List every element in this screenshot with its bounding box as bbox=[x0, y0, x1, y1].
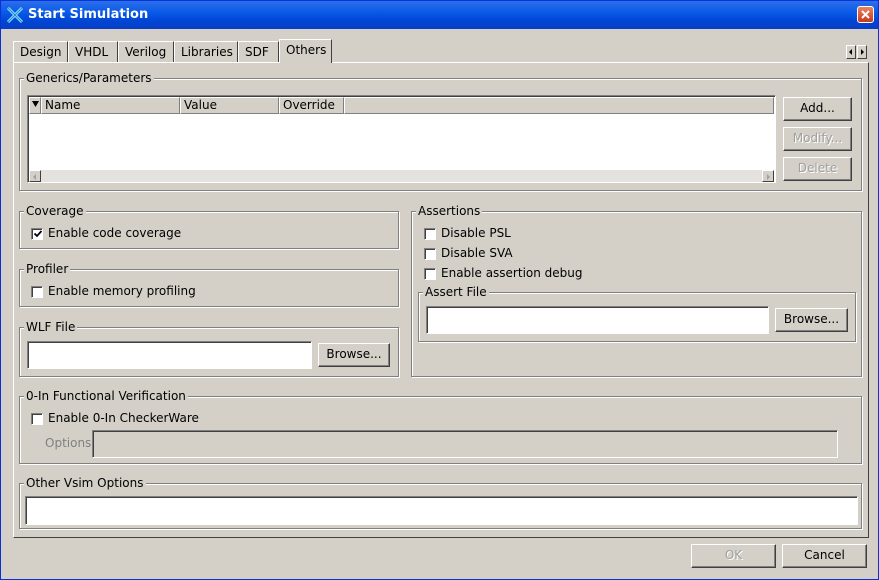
tab-design[interactable]: Design bbox=[13, 41, 68, 62]
scroll-right-button[interactable] bbox=[762, 170, 774, 182]
checkbox-box[interactable] bbox=[424, 268, 436, 280]
tab-libraries-label: Libraries bbox=[181, 45, 233, 59]
close-button[interactable] bbox=[857, 6, 874, 23]
column-menu-button[interactable] bbox=[29, 97, 41, 114]
assert-file-browse-label: Browse... bbox=[783, 312, 840, 326]
add-button-label: Add... bbox=[800, 101, 835, 115]
enable-0in-checkerware-label: Enable 0-In CheckerWare bbox=[48, 411, 199, 425]
tab-verilog[interactable]: Verilog bbox=[118, 41, 174, 62]
enable-memory-profiling-label: Enable memory profiling bbox=[48, 284, 196, 298]
delete-button[interactable]: Delete bbox=[783, 157, 852, 181]
checkbox-box[interactable] bbox=[31, 286, 43, 298]
coverage-group-label: Coverage bbox=[24, 204, 86, 218]
tab-libraries[interactable]: Libraries bbox=[174, 41, 238, 62]
tab-vhdl-label: VHDL bbox=[75, 45, 109, 59]
column-name-label: Name bbox=[45, 98, 81, 112]
tab-verilog-label: Verilog bbox=[125, 45, 167, 59]
generics-table-header: Name Value Override bbox=[29, 97, 774, 114]
enable-code-coverage-checkbox[interactable]: Enable code coverage bbox=[31, 226, 231, 242]
checkmark-icon bbox=[33, 230, 43, 238]
cancel-button-label: Cancel bbox=[804, 548, 845, 562]
column-header-filler bbox=[344, 97, 774, 114]
generics-horizontal-scrollbar[interactable] bbox=[29, 170, 774, 182]
tab-scroll-arrows bbox=[846, 45, 868, 59]
triangle-right-icon bbox=[861, 49, 864, 55]
tab-vhdl[interactable]: VHDL bbox=[68, 41, 118, 62]
disable-sva-checkbox[interactable]: Disable SVA bbox=[424, 246, 574, 262]
enable-memory-profiling-checkbox[interactable]: Enable memory profiling bbox=[31, 284, 231, 300]
cancel-button[interactable]: Cancel bbox=[782, 544, 867, 568]
tab-scroll-right-button[interactable] bbox=[857, 45, 867, 59]
column-value-label: Value bbox=[184, 98, 217, 112]
profiler-group-label: Profiler bbox=[24, 262, 71, 276]
wlf-file-group-label: WLF File bbox=[24, 320, 78, 334]
wlf-browse-label: Browse... bbox=[326, 347, 382, 361]
tab-sdf[interactable]: SDF bbox=[238, 41, 279, 62]
modify-button-label: Modify... bbox=[792, 131, 843, 145]
enable-assertion-debug-label: Enable assertion debug bbox=[441, 266, 583, 280]
triangle-left-icon bbox=[849, 49, 852, 55]
options-label: Options bbox=[45, 436, 92, 450]
triangle-left-icon bbox=[33, 174, 36, 180]
tab-design-label: Design bbox=[20, 45, 62, 59]
disable-psl-label: Disable PSL bbox=[441, 226, 511, 240]
wlf-file-input[interactable] bbox=[27, 341, 312, 369]
assertions-group-label: Assertions bbox=[416, 204, 483, 218]
tab-others[interactable]: Others bbox=[279, 39, 332, 63]
disable-sva-label: Disable SVA bbox=[441, 246, 513, 260]
tab-scroll-left-button[interactable] bbox=[846, 45, 856, 59]
column-header-override[interactable]: Override bbox=[279, 97, 344, 114]
other-vsim-options-group-label: Other Vsim Options bbox=[24, 476, 146, 490]
title-bar[interactable]: Start Simulation bbox=[1, 1, 878, 29]
enable-0in-checkerware-checkbox[interactable]: Enable 0-In CheckerWare bbox=[31, 411, 251, 427]
checkbox-box[interactable] bbox=[424, 248, 436, 260]
ok-button[interactable]: OK bbox=[691, 544, 776, 568]
other-vsim-options-input[interactable] bbox=[25, 496, 858, 525]
generics-table[interactable]: Name Value Override bbox=[27, 95, 776, 183]
tab-sdf-label: SDF bbox=[245, 45, 269, 59]
enable-assertion-debug-checkbox[interactable]: Enable assertion debug bbox=[424, 266, 624, 282]
add-button[interactable]: Add... bbox=[783, 97, 852, 121]
column-header-value[interactable]: Value bbox=[180, 97, 279, 114]
assert-file-input[interactable] bbox=[426, 306, 769, 334]
zero-in-options-input[interactable] bbox=[92, 430, 838, 458]
start-simulation-dialog: Start Simulation Design VHDL Verilog Lib… bbox=[0, 0, 879, 580]
tab-others-label: Others bbox=[286, 43, 327, 57]
ok-button-label: OK bbox=[724, 548, 743, 562]
modelsim-app-icon bbox=[6, 6, 24, 24]
enable-code-coverage-label: Enable code coverage bbox=[48, 226, 182, 240]
scroll-left-button[interactable] bbox=[29, 170, 41, 182]
disable-psl-checkbox[interactable]: Disable PSL bbox=[424, 226, 574, 242]
assert-file-browse-button[interactable]: Browse... bbox=[775, 308, 848, 332]
zero-in-group-label: 0-In Functional Verification bbox=[24, 389, 188, 403]
triangle-down-icon bbox=[32, 101, 39, 107]
checkbox-box[interactable] bbox=[31, 228, 43, 240]
checkbox-box[interactable] bbox=[31, 413, 43, 425]
assert-file-group-label: Assert File bbox=[423, 285, 489, 299]
column-header-name[interactable]: Name bbox=[41, 97, 180, 114]
window-title: Start Simulation bbox=[28, 7, 149, 22]
modify-button[interactable]: Modify... bbox=[783, 127, 852, 151]
wlf-browse-button[interactable]: Browse... bbox=[318, 343, 390, 367]
triangle-right-icon bbox=[767, 174, 770, 180]
generics-group-label: Generics/Parameters bbox=[24, 71, 154, 85]
delete-button-label: Delete bbox=[797, 161, 838, 175]
checkbox-box[interactable] bbox=[424, 228, 436, 240]
close-icon bbox=[861, 10, 870, 19]
column-override-label: Override bbox=[283, 98, 335, 112]
